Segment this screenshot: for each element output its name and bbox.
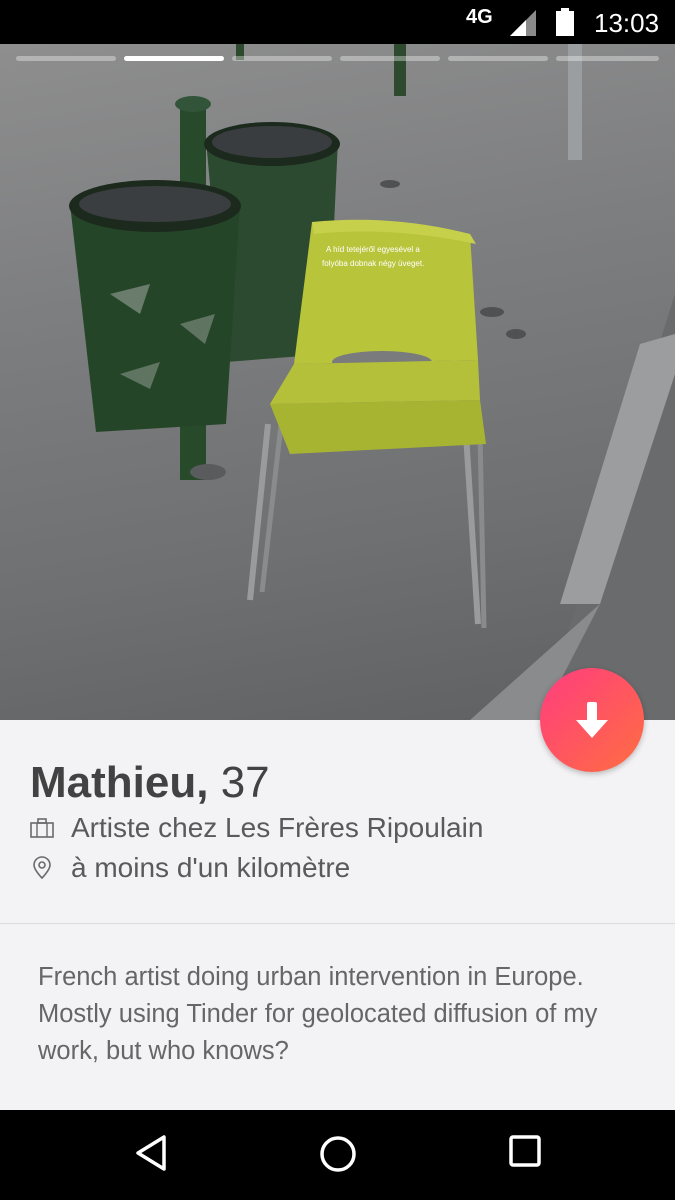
profile-name: Mathieu, <box>30 758 209 807</box>
briefcase-icon <box>30 818 54 838</box>
battery-icon <box>556 8 574 36</box>
profile-photo[interactable]: A híd tetejéről egyesével a folyóba dobn… <box>0 44 675 720</box>
profile-age: 37 <box>220 758 270 807</box>
arrow-down-icon <box>576 702 608 738</box>
navigation-bar <box>0 1110 675 1200</box>
back-triangle-icon[interactable] <box>134 1134 168 1172</box>
job-text: Artiste chez Les Frères Ripoulain <box>71 812 484 843</box>
location-pin-icon <box>33 856 51 880</box>
photo-illustration: A híd tetejéről egyesével a folyóba dobn… <box>69 44 675 720</box>
chair-text-2: folyóba dobnak négy üveget. <box>322 259 424 268</box>
distance-text: à moins d'un kilomètre <box>71 852 351 883</box>
status-bar: 4G 13:03 <box>0 0 675 44</box>
bio-text: French artist doing urban intervention i… <box>38 963 598 1065</box>
photo-indicator[interactable] <box>16 56 116 61</box>
network-type: 4G <box>466 6 493 28</box>
photo-indicator[interactable] <box>340 56 440 61</box>
bio-section: French artist doing urban intervention i… <box>0 925 675 1111</box>
signal-icon <box>510 10 536 36</box>
photo-indicator[interactable] <box>448 56 548 61</box>
home-circle-icon[interactable] <box>318 1134 358 1174</box>
name-age: Mathieu, 37 <box>30 758 270 808</box>
chair-text-1: A híd tetejéről egyesével a <box>326 245 420 254</box>
photo-indicator-active[interactable] <box>124 56 224 61</box>
collapse-profile-button[interactable] <box>540 668 644 772</box>
photo-indicators <box>0 56 675 64</box>
recents-square-icon[interactable] <box>508 1134 542 1168</box>
distance-row: à moins d'un kilomètre <box>30 852 350 884</box>
photo-indicator[interactable] <box>232 56 332 61</box>
job-row: Artiste chez Les Frères Ripoulain <box>30 812 483 844</box>
clock: 13:03 <box>594 8 660 38</box>
photo-indicator[interactable] <box>556 56 659 61</box>
